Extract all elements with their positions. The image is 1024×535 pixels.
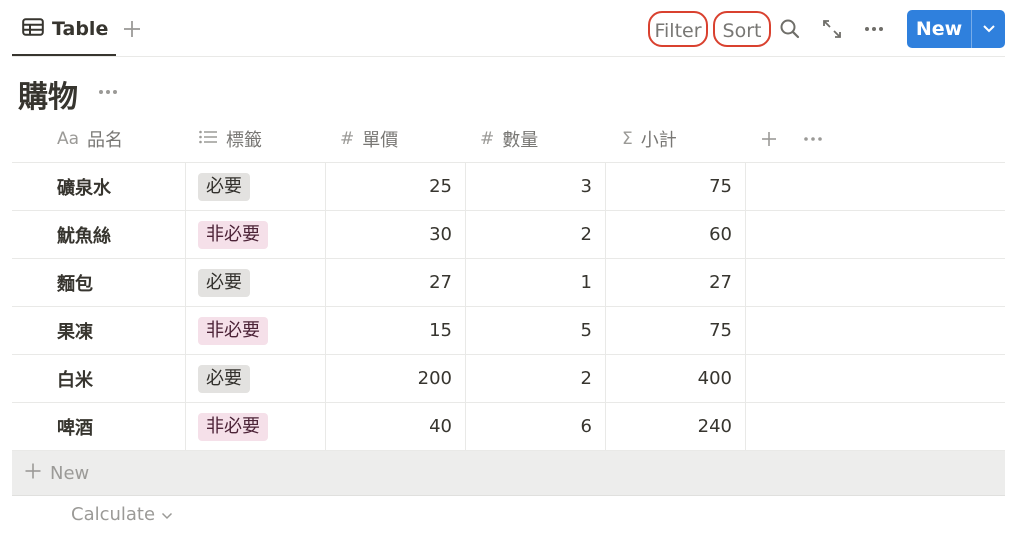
- table-row[interactable]: 啤酒 非必要 40 6 240: [12, 403, 1005, 451]
- tab-table-label: Table: [52, 18, 109, 40]
- tag-badge: 非必要: [198, 412, 268, 441]
- add-row-button[interactable]: New: [12, 451, 1005, 496]
- tag-badge: 必要: [198, 268, 250, 297]
- column-header-label: 標籤: [226, 130, 262, 151]
- table-icon: [22, 18, 44, 40]
- formula-property-icon: Σ: [622, 129, 633, 149]
- column-header-label: 數量: [502, 130, 539, 151]
- new-button[interactable]: New: [907, 10, 1005, 48]
- price-cell[interactable]: 40: [325, 403, 465, 450]
- row-name[interactable]: 啤酒: [12, 403, 185, 450]
- column-header-subtotal[interactable]: Σ 小計: [622, 116, 677, 162]
- table-row[interactable]: 果凍 非必要 15 5 75: [12, 307, 1005, 355]
- row-name[interactable]: 果凍: [12, 307, 185, 354]
- page-title: 購物: [18, 80, 78, 115]
- table-row[interactable]: 白米 必要 200 2 400: [12, 355, 1005, 403]
- quantity-cell[interactable]: 2: [465, 355, 605, 402]
- subtotal-cell: 75: [605, 307, 745, 354]
- subtotal-cell: 75: [605, 163, 745, 210]
- more-options-icon[interactable]: [859, 14, 889, 44]
- calculate-dropdown[interactable]: Calculate: [71, 504, 173, 525]
- column-header-name[interactable]: Aa 品名: [57, 116, 123, 162]
- column-more-icon[interactable]: [802, 116, 824, 162]
- empty-cell: [745, 403, 1005, 450]
- tag-cell[interactable]: 必要: [185, 355, 325, 402]
- view-toolbar: Table Filter Sort New: [0, 0, 1024, 58]
- tag-cell[interactable]: 必要: [185, 163, 325, 210]
- empty-cell: [745, 307, 1005, 354]
- price-cell[interactable]: 15: [325, 307, 465, 354]
- tag-cell[interactable]: 非必要: [185, 403, 325, 450]
- table-row[interactable]: 魷魚絲 非必要 30 2 60: [12, 211, 1005, 259]
- column-header-tags[interactable]: 標籤: [198, 116, 262, 162]
- empty-cell: [745, 163, 1005, 210]
- new-button-label: New: [915, 18, 963, 40]
- table-header: Aa 品名 標籤 # 單價 # 數量 Σ 小計: [12, 116, 1005, 163]
- empty-cell: [745, 259, 1005, 306]
- table-row[interactable]: 礦泉水 必要 25 3 75: [12, 163, 1005, 211]
- tag-badge: 非必要: [198, 316, 268, 345]
- tag-cell[interactable]: 非必要: [185, 307, 325, 354]
- quantity-cell[interactable]: 3: [465, 163, 605, 210]
- add-view-plus-icon[interactable]: [120, 14, 144, 44]
- expand-icon[interactable]: [817, 14, 847, 44]
- chevron-down-icon[interactable]: [972, 24, 1005, 34]
- quantity-cell[interactable]: 6: [465, 403, 605, 450]
- tag-cell[interactable]: 非必要: [185, 211, 325, 258]
- tag-badge: 非必要: [198, 220, 268, 249]
- subtotal-cell: 240: [605, 403, 745, 450]
- filter-button[interactable]: Filter: [648, 11, 708, 47]
- add-row-label: New: [50, 462, 90, 484]
- add-property-icon[interactable]: [760, 116, 778, 162]
- column-header-quantity[interactable]: # 數量: [480, 116, 538, 162]
- toolbar-divider: [12, 56, 1005, 57]
- empty-cell: [745, 355, 1005, 402]
- tab-table[interactable]: Table: [14, 8, 116, 50]
- price-cell[interactable]: 27: [325, 259, 465, 306]
- search-icon[interactable]: [775, 14, 805, 44]
- empty-cell: [745, 211, 1005, 258]
- tag-badge: 必要: [198, 172, 250, 201]
- subtotal-cell: 27: [605, 259, 745, 306]
- chevron-down-icon: [161, 504, 173, 525]
- column-header-label: 品名: [87, 130, 124, 151]
- number-property-icon: #: [340, 129, 355, 149]
- column-header-price[interactable]: # 單價: [340, 116, 398, 162]
- column-header-label: 小計: [640, 130, 677, 151]
- subtotal-cell: 60: [605, 211, 745, 258]
- table-row[interactable]: 麵包 必要 27 1 27: [12, 259, 1005, 307]
- plus-icon: [24, 462, 42, 485]
- row-name[interactable]: 麵包: [12, 259, 185, 306]
- price-cell[interactable]: 25: [325, 163, 465, 210]
- quantity-cell[interactable]: 2: [465, 211, 605, 258]
- price-cell[interactable]: 30: [325, 211, 465, 258]
- text-property-icon: Aa: [57, 129, 80, 149]
- row-name[interactable]: 白米: [12, 355, 185, 402]
- number-property-icon: #: [480, 129, 495, 149]
- quantity-cell[interactable]: 1: [465, 259, 605, 306]
- tag-cell[interactable]: 必要: [185, 259, 325, 306]
- database-table: Aa 品名 標籤 # 單價 # 數量 Σ 小計 礦泉水 必要 25 3 75 魷…: [12, 116, 1005, 496]
- subtotal-cell: 400: [605, 355, 745, 402]
- sort-button[interactable]: Sort: [713, 11, 771, 47]
- tag-badge: 必要: [198, 364, 250, 393]
- row-name[interactable]: 魷魚絲: [12, 211, 185, 258]
- quantity-cell[interactable]: 5: [465, 307, 605, 354]
- list-icon: [198, 129, 218, 150]
- row-name[interactable]: 礦泉水: [12, 163, 185, 210]
- column-header-label: 單價: [362, 130, 399, 151]
- title-more-icon[interactable]: [96, 82, 122, 102]
- price-cell[interactable]: 200: [325, 355, 465, 402]
- calculate-label: Calculate: [71, 504, 156, 525]
